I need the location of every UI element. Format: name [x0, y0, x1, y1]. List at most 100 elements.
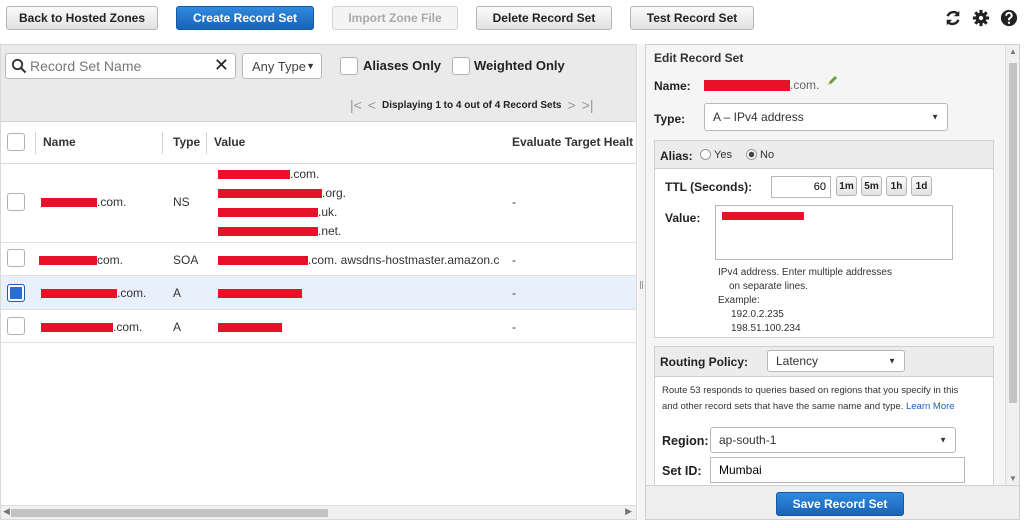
record-type: A: [173, 286, 182, 300]
record-type-select[interactable]: A – IPv4 address ▼: [704, 103, 948, 131]
routing-description: and other record sets that have the same…: [662, 401, 955, 412]
ttl-label: TTL (Seconds):: [665, 180, 753, 194]
column-header-evaluate-target-health[interactable]: Evaluate Target Healt: [512, 135, 633, 149]
ttl-preset-buttons: 1m 5m 1h 1d: [836, 176, 936, 196]
delete-record-set-button[interactable]: Delete Record Set: [476, 6, 612, 30]
refresh-icon[interactable]: [944, 9, 962, 27]
record-evaluate-health: -: [512, 286, 516, 300]
back-to-hosted-zones-button[interactable]: Back to Hosted Zones: [6, 6, 158, 30]
test-record-set-button[interactable]: Test Record Set: [630, 6, 754, 30]
aliases-only-checkbox[interactable]: [340, 57, 358, 75]
save-bar: Save Record Set: [646, 485, 1019, 519]
help-icon[interactable]: [1000, 9, 1018, 27]
routing-header: Routing Policy: Latency ▼: [655, 347, 993, 377]
ttl-1m-button[interactable]: 1m: [836, 176, 857, 196]
set-id-input[interactable]: [710, 457, 965, 483]
scrollbar-thumb[interactable]: [1009, 63, 1017, 403]
radio-icon: [700, 149, 711, 160]
toolbar: Back to Hosted Zones Create Record Set I…: [0, 0, 1024, 38]
table-header: Name Type Value Evaluate Target Healt: [1, 122, 636, 164]
previous-page-icon[interactable]: <: [368, 97, 376, 113]
ttl-5m-button[interactable]: 5m: [861, 176, 882, 196]
alias-label: Alias:: [660, 149, 693, 163]
record-value-line: [218, 320, 282, 334]
toolbar-icons: [944, 9, 1018, 27]
type-filter-select[interactable]: Any Type ▼: [242, 53, 322, 79]
region-select[interactable]: ap-south-1 ▼: [710, 427, 956, 453]
scroll-right-icon[interactable]: ▶: [625, 506, 632, 517]
ttl-1d-button[interactable]: 1d: [911, 176, 932, 196]
value-label: Value:: [665, 211, 701, 225]
row-checkbox[interactable]: [7, 284, 25, 302]
value-example-ip: 198.51.100.234: [731, 323, 801, 334]
routing-policy-label: Routing Policy:: [660, 355, 748, 369]
scroll-left-icon[interactable]: ◀: [3, 506, 10, 517]
table-row[interactable]: .com. A -: [1, 310, 636, 343]
column-divider: [162, 132, 163, 154]
edit-record-set-title: Edit Record Set: [654, 51, 744, 65]
alias-header: Alias: Yes No: [655, 141, 993, 169]
record-set-name-search-input[interactable]: [30, 57, 210, 75]
pagination-text: Displaying 1 to 4 out of 4 Record Sets: [382, 99, 562, 111]
routing-policy-panel: Routing Policy: Latency ▼ Route 53 respo…: [654, 346, 994, 486]
record-name: .com.: [41, 195, 126, 209]
record-sets-pane: ✕ Any Type ▼ Aliases Only Weighted Only …: [0, 44, 637, 520]
alias-no-radio[interactable]: No: [746, 149, 774, 161]
scroll-up-icon[interactable]: ▲: [1009, 47, 1017, 56]
weighted-only-checkbox[interactable]: [452, 57, 470, 75]
record-name: .com.: [41, 320, 142, 334]
route53-record-sets-page: Back to Hosted Zones Create Record Set I…: [0, 0, 1024, 528]
radio-selected-icon: [746, 149, 757, 160]
table-row[interactable]: com. SOA .com. awsdns-hostmaster.amazon.…: [1, 243, 636, 276]
column-header-type[interactable]: Type: [173, 135, 200, 149]
record-name: com.: [39, 253, 123, 267]
splitter-grip-icon: [640, 281, 643, 289]
clear-search-icon[interactable]: ✕: [214, 55, 229, 76]
import-zone-file-button[interactable]: Import Zone File: [332, 6, 458, 30]
horizontal-scrollbar[interactable]: ◀ ▶: [1, 505, 636, 519]
edit-record-set-pane: Edit Record Set Name: .com. Type: A – IP…: [645, 44, 1020, 520]
alias-yes-radio[interactable]: Yes: [700, 149, 732, 161]
chevron-down-icon: ▼: [888, 356, 896, 366]
record-value-line: [218, 286, 302, 300]
gear-icon[interactable]: [972, 9, 990, 27]
pane-splitter[interactable]: [638, 44, 645, 520]
learn-more-link[interactable]: Learn More: [906, 401, 955, 412]
select-all-checkbox[interactable]: [7, 133, 25, 151]
weighted-only-label: Weighted Only: [474, 58, 565, 73]
scrollbar-thumb[interactable]: [11, 509, 328, 517]
next-page-icon[interactable]: >: [567, 97, 575, 113]
ttl-1h-button[interactable]: 1h: [886, 176, 907, 196]
first-page-icon[interactable]: |<: [350, 97, 362, 113]
routing-description: Route 53 responds to queries based on re…: [662, 385, 959, 396]
column-divider: [206, 132, 207, 154]
search-box: ✕: [5, 53, 236, 79]
last-page-icon[interactable]: >|: [582, 97, 594, 113]
create-record-set-button[interactable]: Create Record Set: [176, 6, 314, 30]
value-help-line: on separate lines.: [729, 281, 808, 292]
record-type: A: [173, 320, 182, 334]
chevron-down-icon: ▼: [939, 435, 947, 445]
vertical-scrollbar[interactable]: ▲ ▼: [1005, 45, 1019, 485]
record-evaluate-health: -: [512, 195, 516, 209]
table-row-selected[interactable]: .com. A -: [1, 276, 636, 310]
record-evaluate-health: -: [512, 253, 516, 267]
search-icon: [11, 58, 27, 77]
value-textarea[interactable]: [715, 205, 953, 260]
row-checkbox[interactable]: [7, 193, 25, 211]
row-checkbox[interactable]: [7, 317, 25, 335]
pagination: |< < Displaying 1 to 4 out of 4 Record S…: [350, 97, 593, 113]
ttl-input[interactable]: [771, 176, 831, 198]
routing-policy-select[interactable]: Latency ▼: [767, 350, 905, 372]
pencil-edit-icon[interactable]: [826, 75, 838, 90]
scroll-down-icon[interactable]: ▼: [1009, 474, 1017, 483]
row-checkbox[interactable]: [7, 249, 25, 267]
record-value-line: .com. awsdns-hostmaster.amazon.c: [218, 253, 499, 267]
table-row[interactable]: .com. NS .com. .org. .uk. .net. -: [1, 165, 636, 243]
name-value: .com.: [704, 78, 819, 92]
region-value: ap-south-1: [719, 433, 777, 447]
record-type: SOA: [173, 253, 199, 267]
save-record-set-button[interactable]: Save Record Set: [776, 492, 904, 516]
column-header-name[interactable]: Name: [43, 135, 76, 149]
column-header-value[interactable]: Value: [214, 135, 245, 149]
